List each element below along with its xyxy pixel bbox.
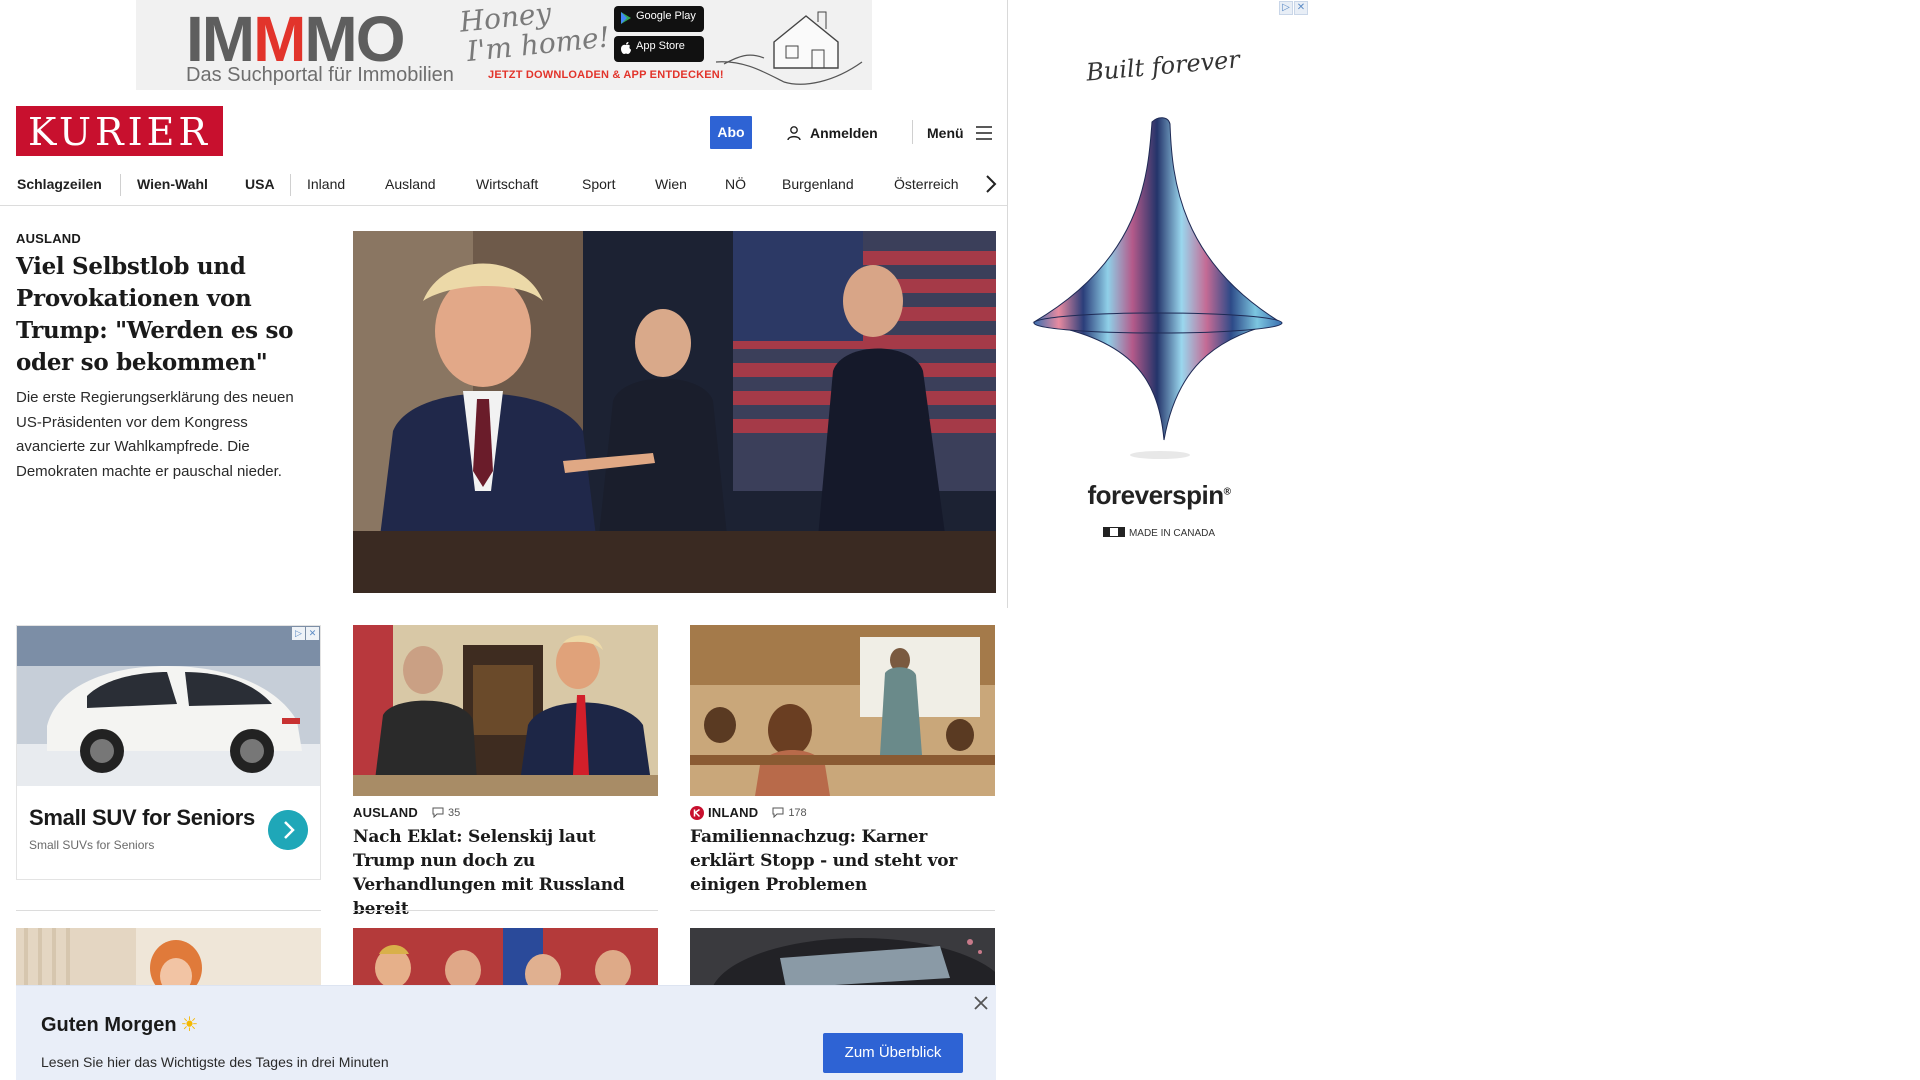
nav-item-burgenland[interactable]: Burgenland bbox=[782, 172, 854, 196]
hamburger-icon bbox=[975, 126, 992, 140]
section-navigation: Schlagzeilen Wien-Wahl USA Inland Auslan… bbox=[0, 166, 1007, 206]
card-divider bbox=[690, 910, 995, 911]
comment-icon bbox=[772, 807, 784, 818]
app-store-badge[interactable]: App Store bbox=[614, 36, 704, 62]
article-image-peek[interactable] bbox=[690, 928, 995, 988]
login-button[interactable]: Anmelden bbox=[786, 118, 878, 148]
nav-divider bbox=[290, 174, 291, 196]
nav-item-inland[interactable]: Inland bbox=[307, 172, 345, 196]
article-image-peek[interactable] bbox=[353, 928, 658, 988]
abo-button[interactable]: Abo bbox=[710, 116, 752, 149]
close-icon[interactable] bbox=[970, 992, 992, 1014]
notice-title: Guten Morgen ☀ bbox=[41, 1014, 199, 1036]
article-photo bbox=[353, 928, 658, 988]
morning-briefing-banner: Guten Morgen ☀ Lesen Sie hier das Wichtig… bbox=[16, 985, 996, 1080]
nav-item-wien[interactable]: Wien bbox=[655, 172, 687, 196]
canada-flag-icon bbox=[1102, 527, 1125, 537]
ad-close-icon[interactable]: ✕ bbox=[1294, 1, 1308, 15]
top-ad-cta[interactable]: JETZT DOWNLOADEN & APP ENTDECKEN! bbox=[488, 69, 724, 81]
nav-item-wirtschaft[interactable]: Wirtschaft bbox=[476, 172, 538, 196]
immo-tagline: Das Suchportal für Immobilien bbox=[186, 64, 454, 86]
immo-script-text: Honey I'm home! bbox=[458, 0, 612, 69]
article-kicker: INLAND bbox=[708, 805, 759, 820]
nav-item-schlagzeilen[interactable]: Schlagzeilen bbox=[17, 172, 102, 196]
side-skyscraper-ad[interactable]: ▷ ✕ Built forever foreverspin® MADE IN C… bbox=[1007, 0, 1310, 608]
article-kicker[interactable]: AUSLAND bbox=[353, 805, 418, 820]
article-meta: INLAND 178 bbox=[690, 805, 807, 820]
lead-headline[interactable]: Viel Selbstlob und Provokationen von Tru… bbox=[16, 251, 316, 379]
kurier-plus-icon bbox=[690, 805, 704, 820]
article-photo bbox=[690, 928, 995, 988]
lead-photo bbox=[353, 231, 996, 593]
top-banner-ad[interactable]: IMMMO Das Suchportal für Immobilien Hone… bbox=[136, 0, 872, 90]
login-label: Anmelden bbox=[810, 125, 878, 141]
sponsored-ad-choices[interactable]: ▷ ✕ bbox=[292, 627, 319, 640]
article-image-classroom[interactable] bbox=[690, 625, 995, 796]
lead-kicker[interactable]: AUSLAND bbox=[16, 231, 81, 246]
nav-item-ausland[interactable]: Ausland bbox=[385, 172, 436, 196]
card-divider bbox=[353, 910, 658, 911]
site-header: KURIER Abo Anmelden Menü bbox=[0, 98, 1010, 166]
nav-item-wien-wahl[interactable]: Wien-Wahl bbox=[137, 172, 208, 196]
nav-item-sport[interactable]: Sport bbox=[582, 172, 615, 196]
article-headline[interactable]: Nach Eklat: Selenskij laut Trump nun doc… bbox=[353, 825, 658, 921]
ad-close-icon[interactable]: ✕ bbox=[306, 627, 319, 640]
notice-text: Lesen Sie hier das Wichtigste des Tages … bbox=[41, 1054, 389, 1070]
lead-image[interactable] bbox=[353, 231, 996, 593]
hand-house-illustration bbox=[715, 11, 863, 85]
article-headline[interactable]: Familiennachzug: Karner erklärt Stopp - … bbox=[690, 825, 995, 897]
chevron-right-icon[interactable] bbox=[978, 172, 1002, 196]
menu-label: Menü bbox=[927, 125, 964, 141]
suv-photo bbox=[17, 626, 320, 786]
article-kicker-premium[interactable]: INLAND bbox=[690, 805, 758, 820]
kurier-logo[interactable]: KURIER bbox=[16, 106, 223, 156]
nav-item-oesterreich[interactable]: Österreich bbox=[894, 172, 959, 196]
sponsored-title[interactable]: Small SUV for Seniors bbox=[29, 805, 255, 831]
article-meta: AUSLAND 35 bbox=[353, 805, 460, 820]
article-photo bbox=[16, 928, 321, 988]
ad-choices[interactable]: ▷ ✕ bbox=[1279, 1, 1308, 15]
chevron-right-icon[interactable] bbox=[268, 810, 308, 850]
nav-divider bbox=[120, 174, 121, 196]
sponsored-image bbox=[17, 626, 320, 786]
lead-teaser[interactable]: Die erste Regierungserklärung des neuen … bbox=[16, 386, 321, 484]
sun-icon: ☀ bbox=[180, 1014, 199, 1036]
foreverspin-brand: foreverspin® bbox=[1087, 480, 1231, 510]
article-photo bbox=[690, 625, 995, 796]
nav-item-noe[interactable]: NÖ bbox=[725, 172, 746, 196]
ad-info-icon[interactable]: ▷ bbox=[292, 627, 305, 640]
sponsored-ad-card[interactable]: ▷ ✕ Small SUV for Seniors Small SUVs for… bbox=[16, 625, 321, 880]
menu-button[interactable]: Menü bbox=[927, 118, 992, 148]
comment-icon bbox=[432, 807, 444, 818]
spinning-top-illustration bbox=[1032, 117, 1283, 459]
article-photo bbox=[353, 625, 658, 796]
card-divider bbox=[16, 910, 321, 911]
nav-item-usa[interactable]: USA bbox=[245, 172, 275, 196]
comment-count[interactable]: 178 bbox=[772, 807, 807, 819]
google-play-badge[interactable]: Google Play bbox=[614, 6, 704, 32]
sponsored-subtitle: Small SUVs for Seniors bbox=[29, 838, 155, 852]
apple-icon bbox=[621, 42, 631, 54]
comment-count[interactable]: 35 bbox=[432, 807, 460, 819]
built-forever-script: Built forever bbox=[1085, 45, 1241, 87]
made-in-canada: MADE IN CANADA bbox=[1008, 527, 1310, 539]
article-image-peek[interactable] bbox=[16, 928, 321, 988]
overview-button[interactable]: Zum Überblick bbox=[823, 1033, 963, 1073]
ad-info-icon[interactable]: ▷ bbox=[1279, 1, 1293, 15]
header-divider bbox=[912, 120, 913, 144]
article-image-zelensky[interactable] bbox=[353, 625, 658, 796]
user-icon bbox=[787, 126, 801, 141]
play-store-icon bbox=[621, 12, 631, 24]
